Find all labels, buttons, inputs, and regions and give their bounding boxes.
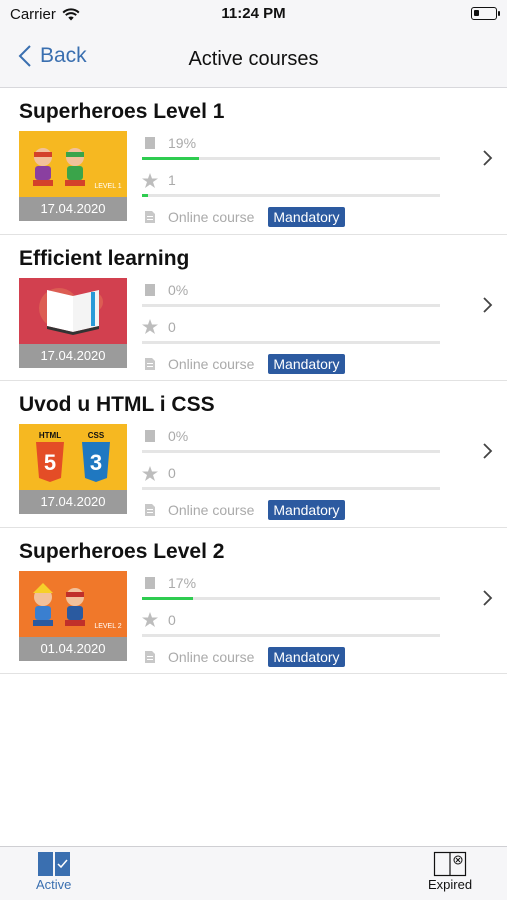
progress-bar xyxy=(142,157,440,160)
file-icon xyxy=(142,503,158,517)
star-icon xyxy=(142,172,158,188)
tab-expired-label: Expired xyxy=(428,877,473,892)
course-meta: 0% 0 Online course Mandatory xyxy=(142,278,440,376)
chevron-right-icon xyxy=(483,443,493,459)
course-meta: 0% 0 Online course Mandatory xyxy=(142,424,440,522)
course-title: Superheroes Level 1 xyxy=(19,100,225,123)
rating-row: 0 xyxy=(142,315,440,339)
star-icon xyxy=(142,465,158,481)
course-title: Efficient learning xyxy=(19,246,190,270)
chevron-right-icon xyxy=(483,296,493,313)
svg-text:5: 5 xyxy=(44,450,56,475)
progress-bar xyxy=(142,450,440,453)
course-type-row: Online course Mandatory xyxy=(142,352,440,376)
course-type: Online course xyxy=(168,355,255,372)
mandatory-badge: Mandatory xyxy=(268,353,345,374)
tab-active-label: Active xyxy=(36,877,72,892)
file-icon xyxy=(142,210,158,224)
status-time: 11:24 PM xyxy=(221,5,286,22)
rating-row: 1 xyxy=(142,168,440,192)
document-icon xyxy=(142,283,158,297)
course-date: 17.04.2020 xyxy=(19,490,127,514)
superheroes-level-2-image: LEVEL 2 xyxy=(19,570,127,637)
tab-bar: Active Expired xyxy=(0,846,507,900)
document-icon xyxy=(142,429,158,443)
rating-value: 0 xyxy=(168,465,176,481)
rating-value: 0 xyxy=(168,611,176,628)
file-icon xyxy=(142,357,158,371)
css-logo-label: CSS xyxy=(88,431,105,440)
progress-row: 19% xyxy=(142,131,440,155)
rating-bar xyxy=(142,633,440,637)
svg-text:3: 3 xyxy=(90,450,102,475)
course-date: 01.04.2020 xyxy=(19,636,127,661)
html-css-image: HTML 5 CSS 3 xyxy=(19,424,127,490)
course-item-uvod-u-html-i-css[interactable]: Uvod u HTML i CSS HTML 5 CSS 3 17.04.202… xyxy=(0,381,507,528)
course-thumbnail: HTML 5 CSS 3 17.04.2020 xyxy=(19,424,127,514)
course-thumbnail: LEVEL 2 01.04.2020 xyxy=(19,570,127,661)
course-thumbnail: 17.04.2020 xyxy=(19,277,127,368)
progress-bar xyxy=(142,596,440,600)
course-type-row: Online course Mandatory xyxy=(142,205,440,229)
course-type-row: Online course Mandatory xyxy=(142,498,440,522)
course-type: Online course xyxy=(168,648,255,665)
progress-row: 17% xyxy=(142,571,440,595)
mandatory-badge: Mandatory xyxy=(268,646,345,667)
progress-row: 0% xyxy=(142,278,440,302)
course-item-superheroes-level-2[interactable]: Superheroes Level 2 LEVEL 2 01.04.2020 1… xyxy=(0,528,507,674)
rating-row: 0 xyxy=(142,461,440,485)
open-book-icon xyxy=(37,852,70,876)
course-date: 17.04.2020 xyxy=(19,197,127,221)
course-item-superheroes-level-1[interactable]: Superheroes Level 1 LEVEL 1 17.04.2020 1… xyxy=(0,88,507,235)
course-title: Uvod u HTML i CSS xyxy=(19,393,215,416)
mandatory-badge: Mandatory xyxy=(268,500,345,520)
superheroes-level-1-image: LEVEL 1 xyxy=(19,131,127,197)
efficient-learning-image xyxy=(19,277,127,344)
course-meta: 17% 0 Online course Mandatory xyxy=(142,571,440,669)
rating-bar xyxy=(142,194,440,197)
course-meta: 19% 1 Online course Mandatory xyxy=(142,131,440,229)
rating-row: 0 xyxy=(142,608,440,632)
document-icon xyxy=(142,136,158,150)
html-logo-label: HTML xyxy=(39,431,61,440)
progress-percent: 0% xyxy=(168,281,189,298)
chevron-right-icon xyxy=(483,150,493,166)
status-bar: Carrier 11:24 PM xyxy=(0,0,507,28)
expired-book-icon xyxy=(433,851,467,877)
tab-active[interactable]: Active xyxy=(36,851,71,892)
progress-row: 0% xyxy=(142,424,440,448)
document-icon xyxy=(142,576,158,590)
rating-value: 0 xyxy=(168,318,176,335)
progress-percent: 19% xyxy=(168,135,197,151)
course-date: 17.04.2020 xyxy=(19,343,127,368)
mandatory-badge: Mandatory xyxy=(268,207,345,227)
course-list: Superheroes Level 1 LEVEL 1 17.04.2020 1… xyxy=(0,88,507,674)
chevron-right-icon xyxy=(483,589,493,606)
tab-expired[interactable]: Expired xyxy=(428,851,472,892)
rating-bar xyxy=(142,487,440,490)
star-icon xyxy=(142,319,158,334)
image-level-label: LEVEL 2 xyxy=(94,623,121,630)
page-title: Active courses xyxy=(188,48,319,70)
course-type: Online course xyxy=(168,502,255,518)
battery-icon xyxy=(471,7,500,20)
course-item-efficient-learning[interactable]: Efficient learning 17.04.2020 0% 0 Onlin… xyxy=(0,235,507,381)
progress-percent: 0% xyxy=(168,428,189,444)
image-level-label: LEVEL 1 xyxy=(94,183,121,190)
navigation-bar: Back Active courses xyxy=(0,28,507,88)
course-type-row: Online course Mandatory xyxy=(142,645,440,669)
course-title: Superheroes Level 2 xyxy=(19,539,225,563)
file-icon xyxy=(142,650,158,664)
course-type: Online course xyxy=(168,209,255,225)
star-icon xyxy=(142,612,158,627)
progress-bar xyxy=(142,303,440,307)
rating-value: 1 xyxy=(168,172,176,188)
course-thumbnail: LEVEL 1 17.04.2020 xyxy=(19,131,127,221)
progress-percent: 17% xyxy=(168,574,197,591)
rating-bar xyxy=(142,340,440,344)
